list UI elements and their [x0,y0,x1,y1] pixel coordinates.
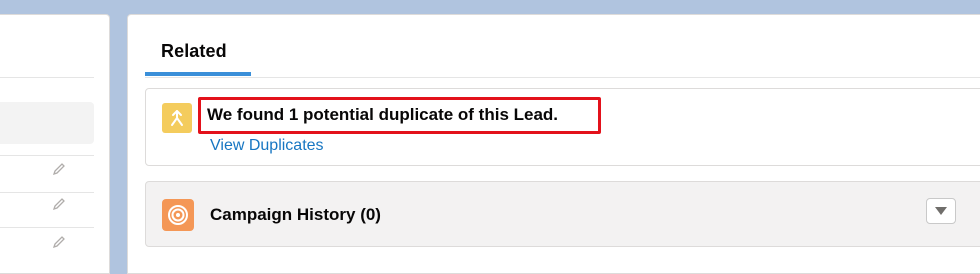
duplicate-alert: We found 1 potential duplicate of this L… [145,88,980,166]
left-detail-card [0,14,110,274]
target-icon [162,199,194,231]
campaign-history-menu-button[interactable] [926,198,956,224]
related-panel: Related We found 1 potential duplicate o… [127,14,980,274]
campaign-history-card: Campaign History (0) [145,181,980,247]
tabs-divider [145,77,980,78]
pencil-icon[interactable] [52,197,66,211]
duplicate-merge-icon [162,103,192,133]
view-duplicates-link[interactable]: View Duplicates [210,137,324,155]
left-field-separator [0,155,94,156]
left-field-separator [0,227,94,228]
pencil-icon[interactable] [52,162,66,176]
left-field-separator [0,192,94,193]
tab-related-label: Related [161,41,227,61]
duplicate-message: We found 1 potential duplicate of this L… [207,105,559,124]
left-card-divider [0,77,94,78]
campaign-history-title[interactable]: Campaign History (0) [210,205,381,225]
chevron-down-icon [935,207,947,215]
pencil-icon[interactable] [52,235,66,249]
left-field-highlight [0,102,94,144]
tab-related[interactable]: Related [145,15,251,77]
tab-active-indicator [145,72,251,76]
